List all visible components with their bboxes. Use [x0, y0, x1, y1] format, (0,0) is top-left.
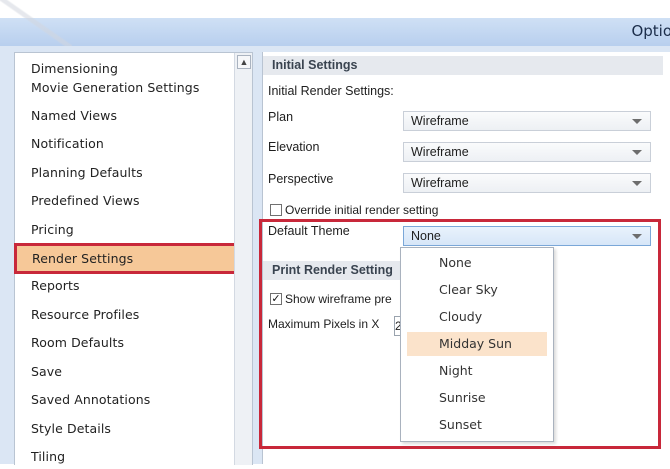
max-pixels-label: Maximum Pixels in X — [268, 317, 380, 331]
window-title: Optio — [631, 22, 670, 40]
perspective-value: Wireframe — [411, 176, 469, 190]
initial-settings-header: Initial Settings — [263, 56, 663, 75]
plan-value: Wireframe — [411, 114, 469, 128]
category-item-room-defaults[interactable]: Room Defaults — [15, 331, 233, 355]
chevron-down-icon — [632, 150, 642, 155]
category-item-movie-generation-settings[interactable]: Movie Generation Settings — [15, 76, 233, 100]
category-item-resource-profiles[interactable]: Resource Profiles — [15, 303, 233, 327]
chevron-down-icon — [632, 181, 642, 186]
category-item-save[interactable]: Save — [15, 360, 233, 384]
elevation-value: Wireframe — [411, 145, 469, 159]
chevron-down-icon — [632, 234, 642, 239]
override-checkbox[interactable] — [270, 204, 282, 216]
title-bar: Optio — [0, 18, 670, 47]
print-render-settings-header: Print Render Setting — [263, 261, 403, 280]
category-item-render-settings[interactable]: Render Settings — [14, 243, 241, 274]
initial-render-settings-label: Initial Render Settings: — [268, 84, 394, 98]
show-wireframe-label: Show wireframe pre — [285, 292, 392, 306]
theme-option-clear-sky[interactable]: Clear Sky — [407, 278, 547, 302]
default-theme-dropdown[interactable]: None — [403, 226, 651, 246]
category-item-style-details[interactable]: Style Details — [15, 417, 233, 441]
chevron-down-icon — [632, 119, 642, 124]
perspective-dropdown[interactable]: Wireframe — [403, 173, 651, 193]
category-item-named-views[interactable]: Named Views — [15, 104, 233, 128]
default-theme-label: Default Theme — [268, 224, 350, 238]
category-item-reports[interactable]: Reports — [15, 274, 233, 298]
elevation-label: Elevation — [268, 140, 320, 154]
theme-option-midday-sun[interactable]: Midday Sun — [407, 332, 547, 356]
plan-label: Plan — [268, 110, 294, 124]
scroll-up-arrow-icon[interactable]: ▲ — [237, 55, 251, 69]
theme-option-none[interactable]: None — [407, 251, 547, 275]
category-item-predefined-views[interactable]: Predefined Views — [15, 189, 233, 213]
theme-dropdown-list: None Clear Sky Cloudy Midday Sun Night S… — [400, 247, 554, 442]
category-scrollbar[interactable]: ▲ — [234, 53, 252, 465]
category-list: Dimensioning Movie Generation Settings N… — [14, 52, 253, 465]
theme-option-cloudy[interactable]: Cloudy — [407, 305, 547, 329]
top-margin — [0, 0, 670, 18]
category-item-tiling[interactable]: Tiling — [15, 445, 233, 469]
show-wireframe-checkbox[interactable]: ✓ — [270, 293, 282, 305]
theme-option-sunrise[interactable]: Sunrise — [407, 386, 547, 410]
category-item-planning-defaults[interactable]: Planning Defaults — [15, 161, 233, 185]
default-theme-value: None — [411, 229, 441, 243]
theme-option-sunset[interactable]: Sunset — [407, 413, 547, 437]
category-item-saved-annotations[interactable]: Saved Annotations — [15, 388, 233, 412]
theme-option-night[interactable]: Night — [407, 359, 547, 383]
override-label: Override initial render setting — [285, 203, 439, 217]
plan-dropdown[interactable]: Wireframe — [403, 111, 651, 131]
elevation-dropdown[interactable]: Wireframe — [403, 142, 651, 162]
perspective-label: Perspective — [268, 172, 334, 186]
category-item-pricing[interactable]: Pricing — [15, 218, 233, 242]
category-item-notification[interactable]: Notification — [15, 132, 233, 156]
